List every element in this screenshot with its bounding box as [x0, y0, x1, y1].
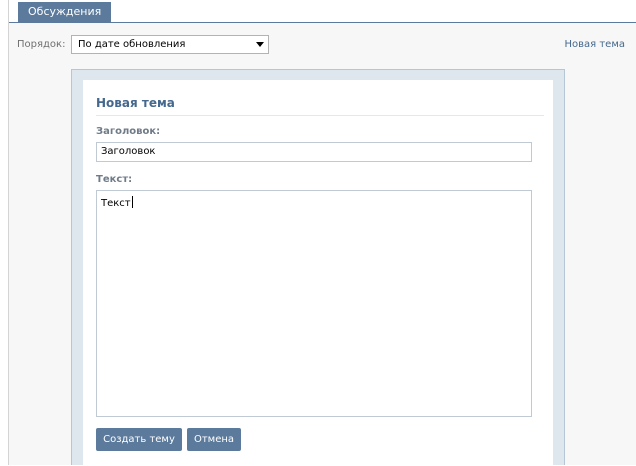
- sort-select[interactable]: По дате обновления: [71, 35, 269, 54]
- tab-discussions[interactable]: Обсуждения: [18, 2, 112, 22]
- cancel-button[interactable]: Отмена: [187, 428, 241, 451]
- chevron-down-icon: [256, 42, 264, 47]
- new-topic-link[interactable]: Новая тема: [564, 38, 625, 52]
- text-caret: [131, 196, 133, 208]
- text-field-label: Текст:: [96, 174, 133, 185]
- tab-bar: Обсуждения: [9, 0, 636, 23]
- dialog-frame: Новая тема Заголовок: Заголовок Текст: Т…: [71, 69, 565, 466]
- text-textarea[interactable]: Текст: [96, 190, 532, 417]
- dialog-title: Новая тема: [96, 96, 175, 110]
- sort-label: Порядок:: [17, 39, 66, 50]
- create-topic-button[interactable]: Создать тему: [96, 428, 182, 451]
- text-textarea-value: Текст: [101, 198, 131, 209]
- title-input[interactable]: Заголовок: [96, 142, 532, 162]
- sort-select-value: По дате обновления: [78, 39, 186, 50]
- new-topic-dialog: Новая тема Заголовок: Заголовок Текст: Т…: [83, 80, 553, 466]
- title-field-label: Заголовок:: [96, 126, 161, 137]
- page: Обсуждения Порядок: По дате обновления Н…: [8, 0, 636, 466]
- dialog-divider: [96, 115, 544, 116]
